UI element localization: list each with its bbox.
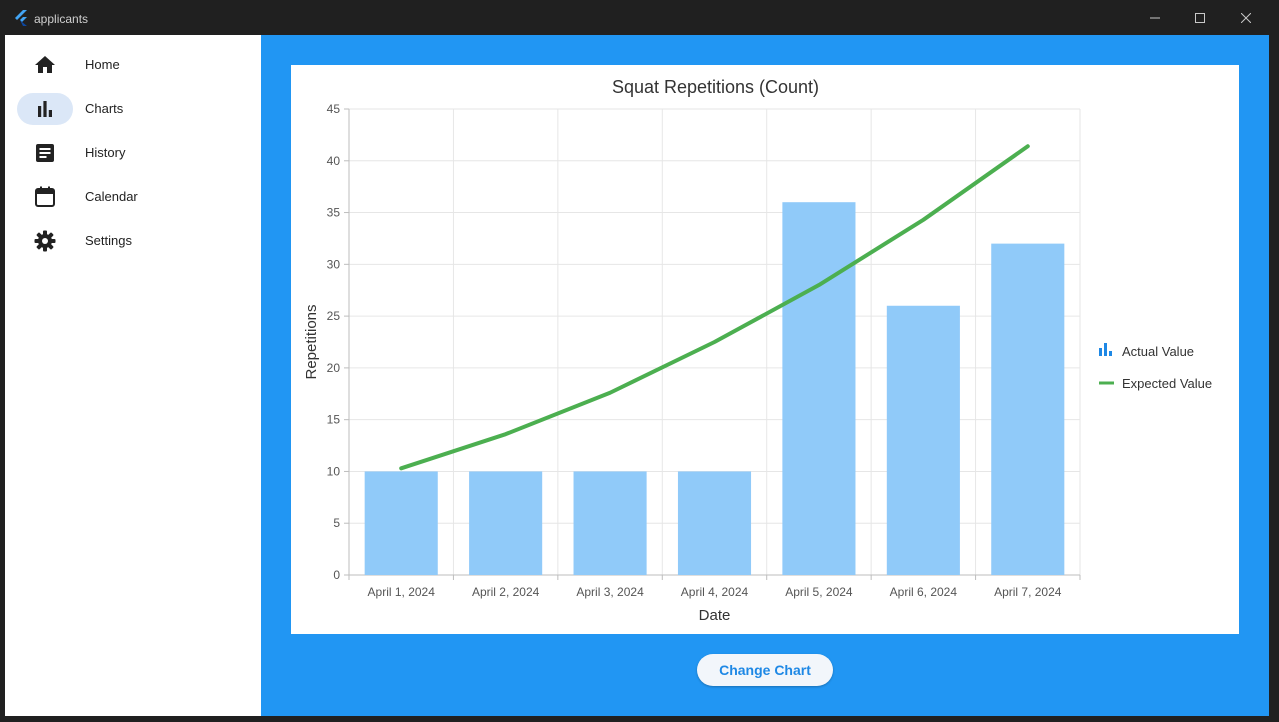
close-button[interactable] (1223, 0, 1269, 35)
sidebar-item-label: Settings (85, 233, 132, 248)
y-tick-label: 5 (333, 516, 340, 530)
flutter-logo-icon (15, 10, 27, 26)
maximize-button[interactable] (1177, 0, 1223, 35)
legend-bar-icon (1109, 351, 1112, 356)
sidebar-item-calendar[interactable]: Calendar (17, 181, 257, 213)
close-icon (1241, 12, 1251, 23)
y-tick-label: 15 (327, 413, 341, 427)
title-bar: applicants (0, 0, 1279, 35)
chart-canvas: 0 5 10 15 20 25 30 35 40 45 April 1, 2024 April 2, … (303, 77, 1212, 624)
sidebar-item-home[interactable]: Home (17, 49, 257, 81)
x-tick-label: April 5, 2024 (785, 585, 853, 599)
legend-label: Expected Value (1122, 376, 1212, 391)
chart-card: 0 5 10 15 20 25 30 35 40 45 April 1, 2024 April 2, … (291, 65, 1239, 634)
sidebar-item-settings[interactable]: Settings (17, 225, 257, 257)
y-tick-label: 10 (327, 464, 341, 478)
y-tick-label: 30 (327, 257, 341, 271)
calendar-icon (35, 186, 55, 207)
home-icon (35, 56, 55, 73)
bar (782, 202, 856, 575)
y-tick-label: 35 (327, 206, 341, 220)
sidebar-item-label: History (85, 145, 126, 160)
main-content: 0 5 10 15 20 25 30 35 40 45 April 1, 2024 April 2, … (261, 35, 1269, 716)
sidebar-item-history[interactable]: History (17, 137, 257, 169)
x-tick-label: April 2, 2024 (472, 585, 540, 599)
legend-item-actual (1099, 343, 1112, 356)
sidebar-item-label: Home (85, 57, 120, 72)
bar-chart-icon (38, 101, 52, 117)
y-tick-label: 0 (333, 568, 340, 582)
bar (573, 471, 647, 575)
minimize-button[interactable] (1132, 0, 1178, 35)
maximize-icon (1195, 12, 1205, 23)
change-chart-button[interactable]: Change Chart (697, 654, 833, 686)
y-tick-label: 20 (327, 361, 341, 375)
x-axis-label: Date (699, 607, 731, 624)
x-tick-label: April 1, 2024 (368, 585, 436, 599)
sidebar: Home Charts History Calendar Settings (5, 35, 261, 716)
chart-title: Squat Repetitions (Count) (612, 77, 819, 97)
x-tick-label: April 4, 2024 (681, 585, 749, 599)
bar (886, 305, 960, 575)
x-tick-label: April 3, 2024 (576, 585, 644, 599)
y-tick-label: 45 (327, 102, 341, 116)
sidebar-item-charts[interactable]: Charts (17, 93, 257, 125)
legend-label: Actual Value (1122, 344, 1194, 359)
legend-bar-icon (1104, 343, 1107, 356)
bar (991, 243, 1065, 575)
x-tick-label: April 6, 2024 (890, 585, 958, 599)
bar (677, 471, 752, 575)
gear-icon (34, 230, 56, 252)
minimize-icon (1150, 17, 1160, 18)
window-title: applicants (34, 12, 89, 26)
sidebar-item-label: Calendar (85, 189, 138, 204)
bar (364, 471, 438, 575)
legend-bar-icon (1099, 348, 1102, 356)
history-icon (36, 144, 54, 162)
bar (469, 471, 543, 575)
y-axis-label: Repetitions (303, 304, 320, 379)
sidebar-item-label: Charts (85, 101, 124, 116)
x-tick-label: April 7, 2024 (994, 585, 1062, 599)
y-tick-label: 40 (327, 154, 341, 168)
y-tick-label: 25 (327, 309, 341, 323)
